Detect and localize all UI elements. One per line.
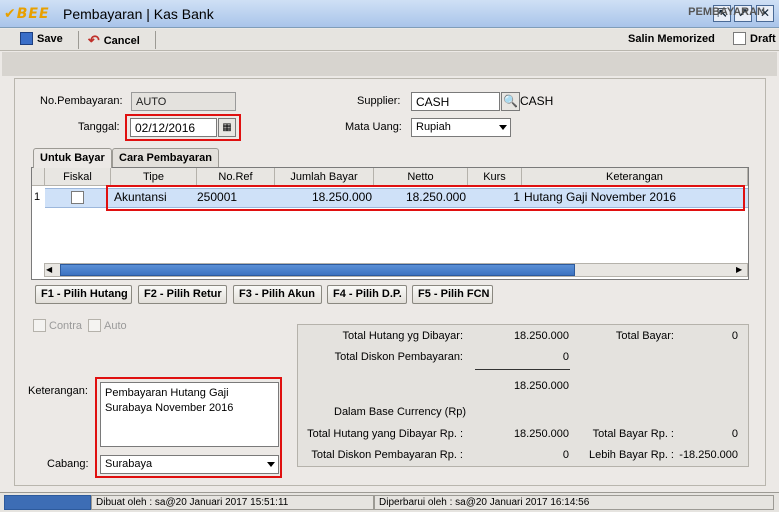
app-logo: ✔BEE [4,6,50,22]
supplier-code-field[interactable]: CASH [411,92,500,111]
total-bayar-label: Total Bayar: [615,330,674,342]
column-header-noref[interactable]: No.Ref [197,168,275,186]
tab-untuk-bayar[interactable]: Untuk Bayar [33,148,112,168]
supplier-name: CASH [520,94,554,108]
status-indicator [4,495,91,510]
lebih-bayar-rp-value: -18.250.000 [679,449,738,461]
total-hutang-value: 18.250.000 [513,330,569,342]
no-pembayaran-label: No.Pembayaran: [40,95,123,107]
fiskal-checkbox[interactable] [71,191,84,204]
row-number: 1 [34,191,41,203]
total-hutang-rp-label: Total Hutang yang Dibayar Rp. : [307,428,463,440]
column-header-kurs[interactable]: Kurs [468,168,522,186]
draft-checkbox[interactable]: Draft [733,32,776,45]
total-bayar-rp-value: 0 [731,428,738,440]
column-header-fiskal[interactable]: Fiskal [45,168,111,186]
cabang-label: Cabang: [47,458,89,470]
window-title: Pembayaran | Kas Bank [63,6,214,22]
no-pembayaran-field: AUTO [131,92,236,111]
total-bayar-rp-label: Total Bayar Rp. : [592,428,674,440]
total-diskon-value: 0 [562,351,569,363]
tanggal-field[interactable]: 02/12/2016 [130,118,217,137]
draft-checkbox-box[interactable] [733,32,746,45]
subtotal-value: 18.250.000 [513,380,569,392]
save-button[interactable]: Save [20,32,63,45]
summary-panel [297,324,749,467]
scroll-left-icon[interactable]: ◀ [46,264,52,276]
pilih-hutang-button[interactable]: F1 - Pilih Hutang [35,285,132,304]
total-hutang-rp-value: 18.250.000 [513,428,569,440]
column-header-netto[interactable]: Netto [374,168,468,186]
floppy-icon [20,32,33,45]
cancel-button[interactable]: ↶ Cancel [88,32,140,49]
pilih-dp-button[interactable]: F4 - Pilih D.P. [327,285,407,304]
column-header-jumlah-bayar[interactable]: Jumlah Bayar [275,168,374,186]
contra-checkbox-box[interactable] [33,319,46,332]
status-updated: Diperbarui oleh : sa@20 Januari 2017 16:… [374,495,774,510]
tanggal-label: Tanggal: [78,121,120,133]
chevron-down-icon [267,462,275,467]
mata-uang-select[interactable]: Rupiah [411,118,511,137]
row-number-header [32,168,45,186]
lebih-bayar-rp-label: Lebih Bayar Rp. : [589,449,674,461]
keterangan-textarea[interactable]: Pembayaran Hutang Gaji Surabaya November… [100,382,279,447]
status-created: Dibuat oleh : sa@20 Januari 2017 15:51:1… [91,495,374,510]
toolbar-separator [155,31,156,49]
scroll-right-icon[interactable]: ▶ [736,264,742,276]
section-title: PEMBAYARAN [688,6,765,18]
summary-divider [475,369,570,370]
total-diskon-rp-label: Total Diskon Pembayaran Rp. : [311,449,463,461]
total-diskon-label: Total Diskon Pembayaran: [334,351,463,363]
column-header-keterangan[interactable]: Keterangan [522,168,748,186]
total-hutang-label: Total Hutang yg Dibayar: [342,330,463,342]
total-diskon-rp-value: 0 [562,449,569,461]
pilih-fcn-button[interactable]: F5 - Pilih FCN [412,285,493,304]
pilih-akun-button[interactable]: F3 - Pilih Akun [233,285,322,304]
cabang-select[interactable]: Surabaya [100,455,279,474]
calendar-icon[interactable]: ▦ [218,118,236,137]
mata-uang-label: Mata Uang: [345,121,402,133]
pilih-retur-button[interactable]: F2 - Pilih Retur [138,285,227,304]
keterangan-label: Keterangan: [28,385,88,397]
toolbar-separator [78,31,79,49]
section-header [2,52,777,76]
undo-icon: ↶ [88,32,100,48]
row-highlight [106,185,745,211]
total-bayar-value: 0 [731,330,738,342]
contra-checkbox[interactable]: Contra [33,319,82,332]
column-header-tipe[interactable]: Tipe [111,168,197,186]
salin-memorized-button[interactable]: Salin Memorized [628,33,715,45]
tab-cara-pembayaran[interactable]: Cara Pembayaran [112,148,219,167]
auto-checkbox-box[interactable] [88,319,101,332]
supplier-label: Supplier: [357,95,401,107]
base-currency-label: Dalam Base Currency (Rp) [334,406,467,418]
chevron-down-icon [499,125,507,130]
search-icon[interactable]: 🔍 [501,92,520,111]
scrollbar-thumb[interactable] [60,264,575,276]
auto-checkbox[interactable]: Auto [88,319,127,332]
